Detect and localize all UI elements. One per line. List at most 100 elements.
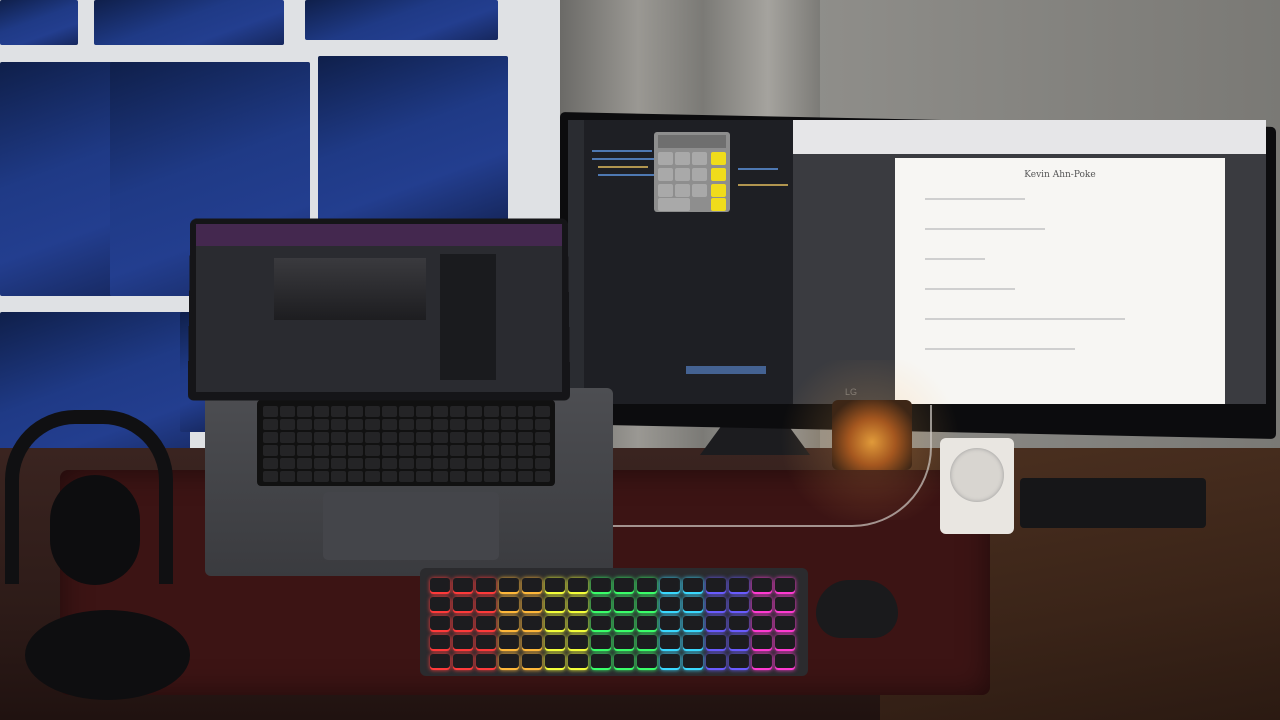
keyboard-key [614, 616, 634, 632]
laptop-key [518, 471, 533, 482]
laptop-key [314, 458, 329, 469]
keyboard-key [591, 635, 611, 651]
keyboard-key [683, 635, 703, 651]
keyboard-key [706, 654, 726, 670]
keyboard-key [499, 597, 519, 613]
keyboard-key [752, 654, 772, 670]
keyboard-key [522, 597, 542, 613]
laptop-key [501, 471, 516, 482]
keyboard-key [591, 597, 611, 613]
keyboard-key [476, 635, 496, 651]
laptop-key [535, 445, 550, 456]
laptop-key [365, 458, 380, 469]
window-pane [0, 0, 78, 45]
laptop-key [348, 471, 363, 482]
keyboard-key [706, 635, 726, 651]
laptop-key [535, 471, 550, 482]
calculator-key [658, 198, 690, 211]
keyboard-key [430, 635, 450, 651]
docking-station [1020, 478, 1206, 528]
keyboard-key [752, 616, 772, 632]
laptop-key [297, 445, 312, 456]
keyboard-key [775, 635, 795, 651]
video-side-panel [440, 254, 496, 380]
laptop-key [450, 471, 465, 482]
laptop-key [399, 445, 414, 456]
laptop-key [467, 406, 482, 417]
laptop-key [314, 471, 329, 482]
laptop-key [484, 445, 499, 456]
headphone-earcup [50, 475, 140, 585]
laptop-key [382, 432, 397, 443]
laptop-key [263, 406, 278, 417]
keyboard-key [476, 616, 496, 632]
code-line [598, 166, 648, 168]
document-text-line [925, 228, 1045, 230]
laptop-key [399, 419, 414, 430]
laptop-key [484, 432, 499, 443]
laptop-key [467, 471, 482, 482]
laptop-key [535, 432, 550, 443]
laptop-key [433, 471, 448, 482]
keyboard-key [614, 578, 634, 594]
editor-activity-bar [568, 120, 584, 404]
laptop-key [450, 419, 465, 430]
laptop-screen [196, 224, 562, 392]
keyboard-key [660, 635, 680, 651]
keyboard-key [568, 635, 588, 651]
laptop-key [467, 458, 482, 469]
laptop-key [331, 471, 346, 482]
calculator-key [658, 184, 673, 197]
calculator-operator-key [711, 184, 726, 197]
keyboard-key [499, 654, 519, 670]
laptop-key [399, 471, 414, 482]
calculator-key [692, 168, 707, 181]
laptop-key [484, 458, 499, 469]
keyboard-key [660, 578, 680, 594]
keyboard-key [430, 654, 450, 670]
headphone-stand-base [25, 610, 190, 700]
code-line [738, 184, 788, 186]
laptop-key [433, 419, 448, 430]
keyboard-key [637, 616, 657, 632]
laptop-key [365, 432, 380, 443]
keyboard-key [683, 654, 703, 670]
laptop-key [433, 432, 448, 443]
laptop-key [433, 406, 448, 417]
keyboard-key [614, 635, 634, 651]
browser-tab-bar [196, 224, 562, 246]
keyboard-key [522, 635, 542, 651]
keyboard-key [683, 597, 703, 613]
document-text-line [925, 348, 1075, 350]
keyboard-key [499, 578, 519, 594]
laptop-key [416, 458, 431, 469]
calculator-window [654, 132, 730, 212]
wireless-charger-pad [950, 448, 1004, 502]
keyboard-key [499, 616, 519, 632]
laptop-key [416, 445, 431, 456]
keyboard-key [683, 616, 703, 632]
keyboard-key [706, 578, 726, 594]
code-line [592, 150, 652, 152]
keyboard-key [637, 654, 657, 670]
document-text-line [925, 288, 1015, 290]
keyboard-key [545, 597, 565, 613]
keyboard-key [591, 578, 611, 594]
laptop-key [365, 419, 380, 430]
laptop-key [399, 458, 414, 469]
computer-mouse [816, 580, 898, 638]
laptop-key [518, 458, 533, 469]
laptop-key [382, 458, 397, 469]
laptop-key [348, 458, 363, 469]
code-line [738, 168, 778, 170]
laptop-key [331, 445, 346, 456]
laptop-key [535, 458, 550, 469]
keyboard-key [729, 654, 749, 670]
laptop-key [382, 445, 397, 456]
laptop-key [331, 406, 346, 417]
laptop-key [314, 432, 329, 443]
keyboard-key [706, 616, 726, 632]
laptop-key [331, 458, 346, 469]
laptop-key [263, 458, 278, 469]
laptop-key [433, 445, 448, 456]
